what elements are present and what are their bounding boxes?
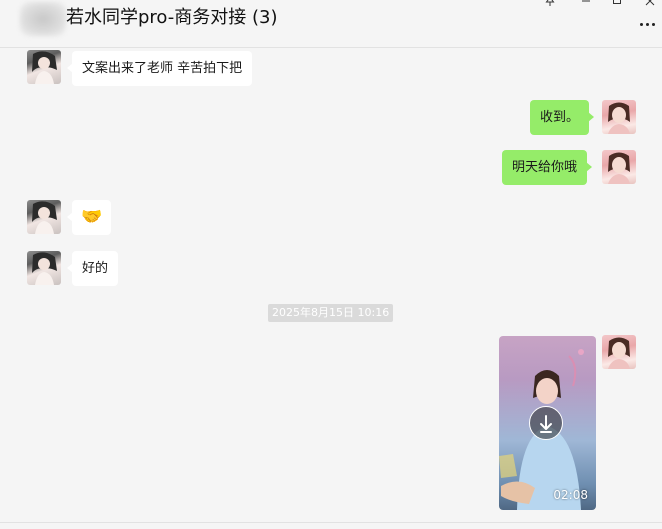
contact-avatar[interactable] [27,50,61,84]
contact-avatar[interactable] [27,251,61,285]
message-bubble-incoming[interactable]: 🤝 [66,200,112,235]
chat-header: 若水同学pro-商务对接 (3) [0,0,662,48]
close-icon[interactable] [641,0,659,8]
minimize-icon[interactable] [577,0,595,8]
chat-avatar[interactable] [20,2,66,36]
video-message[interactable]: 02:08 [499,336,596,510]
message-bubble-outgoing[interactable]: 明天给你哦 [502,150,593,185]
self-avatar[interactable] [602,335,636,369]
self-avatar[interactable] [602,100,636,134]
message-timestamp: 2025年8月15日 10:16 [268,304,394,322]
contact-avatar[interactable] [27,200,61,234]
chat-title[interactable]: 若水同学pro-商务对接 (3) [66,6,278,30]
input-divider [0,522,662,523]
self-avatar[interactable] [602,150,636,184]
download-icon[interactable] [529,406,563,440]
video-duration: 02:08 [553,488,588,502]
message-bubble-outgoing[interactable]: 收到。 [530,100,595,135]
maximize-icon[interactable] [608,0,626,8]
pin-icon[interactable] [541,0,559,8]
more-dots-icon[interactable] [640,20,660,28]
message-bubble-incoming[interactable]: 文案出来了老师 辛苦拍下把 [66,51,253,86]
handshake-emoji: 🤝 [81,207,103,227]
message-bubble-incoming[interactable]: 好的 [66,251,119,286]
